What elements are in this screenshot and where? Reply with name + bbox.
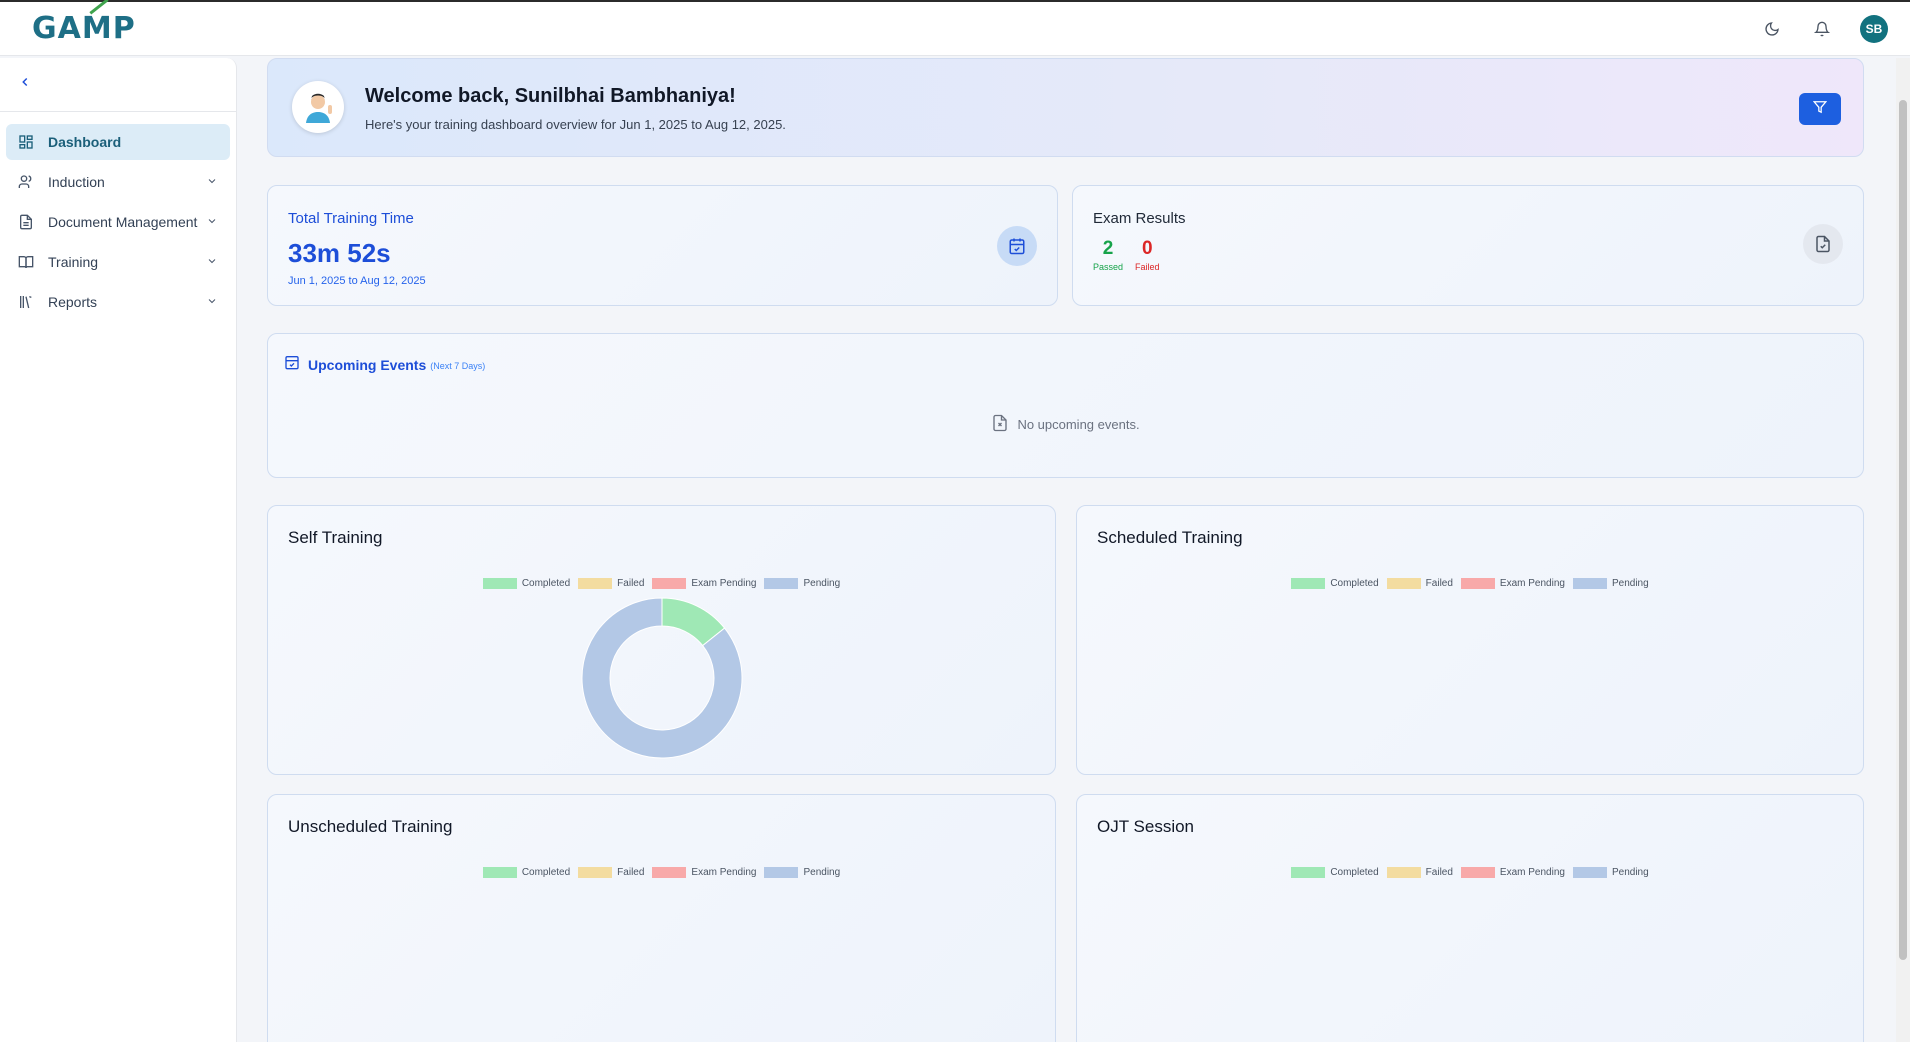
legend-item-pending[interactable]: Pending [764, 578, 840, 589]
ojt-session-chart: OJT Session Completed Failed Exam Pendin… [1076, 794, 1864, 1042]
passed-label: Passed [1093, 262, 1124, 272]
legend-item-failed[interactable]: Failed [1386, 867, 1453, 878]
legend-item-completed[interactable]: Completed [1291, 867, 1379, 878]
events-empty-message: No upcoming events. [1017, 417, 1140, 432]
training-time-value: 33m 52s [288, 238, 391, 268]
exam-results-label: Exam Results [1093, 210, 1186, 227]
app-logo[interactable]: GA M P [32, 11, 136, 46]
exam-results-card: Exam Results 2 Passed 0 Failed [1072, 185, 1864, 306]
welcome-banner: Welcome back, Sunilbhai Bambhaniya! Here… [267, 58, 1864, 157]
sidebar-item-reports[interactable]: Reports [6, 284, 230, 320]
sidebar-item-label: Induction [48, 174, 105, 190]
dashboard-icon [18, 133, 36, 151]
events-title: Upcoming Events [308, 356, 427, 373]
library-icon [18, 293, 36, 311]
chevron-down-icon [206, 174, 218, 190]
chevron-down-icon [206, 214, 218, 230]
document-icon [18, 213, 36, 231]
filter-icon [1812, 100, 1828, 119]
training-time-range: Jun 1, 2025 to Aug 12, 2025 [288, 275, 426, 287]
upcoming-events-card: Upcoming Events (Next 7 Days) No upcomin… [267, 333, 1864, 478]
chart-title: OJT Session [1097, 817, 1195, 836]
users-icon [18, 173, 36, 191]
user-avatar[interactable]: SB [1860, 14, 1888, 43]
moon-icon[interactable] [1760, 17, 1784, 41]
scrollbar[interactable] [1896, 58, 1910, 1042]
sidebar: Dashboard Induction Document Management … [0, 58, 237, 1042]
sidebar-item-label: Document Management [48, 214, 198, 230]
sidebar-item-induction[interactable]: Induction [6, 164, 230, 200]
file-check-icon [1803, 224, 1843, 264]
legend-item-exam-pending[interactable]: Exam Pending [1460, 867, 1565, 878]
failed-count: 0 [1141, 238, 1153, 259]
training-time-label: Total Training Time [288, 210, 414, 227]
avatar [292, 81, 344, 133]
donut-chart [581, 597, 742, 759]
chevron-left-icon[interactable] [18, 75, 32, 94]
file-x-icon [991, 414, 1009, 435]
sidebar-item-label: Training [48, 254, 99, 270]
filter-button[interactable] [1799, 93, 1841, 125]
top-bar: GA M P SB [0, 0, 1910, 56]
calendar-check-icon [997, 226, 1037, 266]
chart-legend: Completed Failed Exam Pending Pending [268, 867, 1055, 878]
chevron-down-icon [206, 294, 218, 310]
welcome-title: Welcome back, Sunilbhai Bambhaniya! [365, 85, 736, 107]
legend-item-exam-pending[interactable]: Exam Pending [1460, 578, 1565, 589]
legend-item-completed[interactable]: Completed [482, 867, 570, 878]
passed-stat: 2 Passed [1093, 238, 1123, 272]
passed-count: 2 [1102, 238, 1114, 259]
legend-item-completed[interactable]: Completed [1291, 578, 1379, 589]
sidebar-item-document-management[interactable]: Document Management [6, 204, 230, 240]
sidebar-item-dashboard[interactable]: Dashboard [6, 124, 230, 160]
chart-title: Scheduled Training [1097, 528, 1243, 547]
legend-item-pending[interactable]: Pending [1572, 578, 1649, 589]
sidebar-item-training[interactable]: Training [6, 244, 230, 280]
legend-item-pending[interactable]: Pending [1572, 867, 1649, 878]
total-training-time-card: Total Training Time 33m 52s Jun 1, 2025 … [267, 185, 1058, 306]
scheduled-training-chart: Scheduled Training Completed Failed Exam… [1076, 505, 1864, 775]
chart-legend: Completed Failed Exam Pending Pending [268, 578, 1055, 589]
legend-item-pending[interactable]: Pending [764, 867, 840, 878]
bell-icon[interactable] [1810, 17, 1834, 41]
legend-item-exam-pending[interactable]: Exam Pending [652, 578, 756, 589]
chart-legend: Completed Failed Exam Pending Pending [1077, 867, 1863, 878]
unscheduled-training-chart: Unscheduled Training Completed Failed Ex… [267, 794, 1056, 1042]
calendar-check-icon [284, 354, 300, 375]
chart-title: Self Training [288, 528, 383, 547]
scrollbar-thumb[interactable] [1899, 100, 1907, 960]
failed-stat: 0 Failed [1135, 238, 1160, 272]
sidebar-item-label: Reports [48, 294, 98, 310]
sidebar-item-label: Dashboard [48, 134, 122, 150]
chevron-down-icon [206, 254, 218, 270]
events-subtitle: (Next 7 Days) [430, 361, 486, 371]
legend-item-failed[interactable]: Failed [578, 867, 644, 878]
self-training-chart: Self Training Completed Failed Exam Pend… [267, 505, 1056, 775]
legend-item-completed[interactable]: Completed [482, 578, 570, 589]
legend-item-failed[interactable]: Failed [1386, 578, 1453, 589]
welcome-subtitle: Here's your training dashboard overview … [365, 117, 786, 132]
legend-item-exam-pending[interactable]: Exam Pending [652, 867, 756, 878]
chart-legend: Completed Failed Exam Pending Pending [1077, 578, 1863, 589]
chart-title: Unscheduled Training [288, 817, 453, 836]
book-icon [18, 253, 36, 271]
failed-label: Failed [1135, 262, 1160, 272]
legend-item-failed[interactable]: Failed [578, 578, 644, 589]
